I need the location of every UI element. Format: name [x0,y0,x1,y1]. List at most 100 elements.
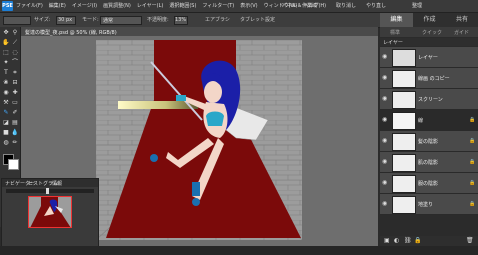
opacity-field[interactable]: 13% [174,16,188,25]
type-tool-icon[interactable]: T [2,69,10,77]
brush-preset-picker[interactable] [3,16,31,25]
panel-workspace-button[interactable]: パネル＆作業域 [282,2,317,9]
eye-icon[interactable]: ◉ [382,53,389,60]
layers-title: レイヤー [383,40,403,46]
tablet-settings[interactable]: タブレット設定 [240,16,275,23]
mode-select[interactable]: 通常 [100,16,142,25]
navigator-panel: ナビゲーター ヒストグラム 情報 [1,178,99,254]
layer-thumbnail [392,91,416,109]
undo-button[interactable]: 取り消し [336,2,356,9]
hand-tool-icon[interactable]: ✋ [2,39,10,47]
app-logo: PSE [2,1,13,11]
lasso-tool-icon[interactable]: ◌ [11,49,19,57]
smart-brush-icon[interactable]: ✐ [11,109,19,117]
layer-row[interactable]: ◉ 地塗り 🔒 [380,194,478,215]
eye-icon[interactable]: ◉ [382,74,389,81]
eye-icon[interactable]: ◉ [382,95,389,102]
brush-tool-icon[interactable]: ✎ [2,109,10,117]
layer-row[interactable]: ◉ レイヤー [380,47,478,68]
mode-value: 通常 [103,18,114,24]
lock-icon: 🔒 [469,201,476,207]
menu-enhance[interactable]: 画質調整(N) [103,2,131,9]
zoom-slider[interactable] [6,188,94,194]
marquee-tool-icon[interactable]: ⬚ [2,49,10,57]
view-rectangle[interactable] [28,196,72,228]
canvas-image[interactable] [96,40,302,240]
menu-filter[interactable]: フィルター(T) [202,2,234,9]
crop-tool-icon[interactable]: ⌗ [11,69,19,77]
size-value: 30 px [58,17,73,23]
paint-bucket-icon[interactable]: ◪ [2,119,10,127]
bottom-bar [0,246,478,255]
new-layer-icon[interactable]: ▣ [384,237,390,244]
tab-create[interactable]: 作成 [413,13,446,27]
navigator-thumbnail[interactable] [28,196,72,228]
blur-tool-icon[interactable]: 💧 [11,129,19,137]
menu-list: ファイル(F) 編集(E) イメージ(I) 画質調整(N) レイヤー(L) 選択… [16,2,326,9]
redo-button[interactable]: やり直し [366,2,386,9]
layer-row[interactable]: ◉ 線画 のコピー [380,68,478,89]
magic-wand-icon[interactable]: ✦ [2,59,10,67]
link-icon[interactable]: ⛓ [404,237,412,244]
layer-name: 髪の陰影 [418,139,439,145]
layer-row[interactable]: ◉ 服の陰影 🔒 [380,173,478,194]
layer-row-selected[interactable]: ◉ 線 🔒 [380,110,478,131]
subtab-full[interactable]: 標準 [390,29,400,36]
menu-image[interactable]: イメージ(I) [72,2,97,9]
pencil-tool-icon[interactable]: ✏ [11,139,19,147]
menu-edit[interactable]: 編集(E) [49,2,66,9]
red-eye-icon[interactable]: ◉ [2,89,10,97]
gradient-tool-icon[interactable]: ▤ [11,119,19,127]
layer-row[interactable]: ◉ 肌の陰影 🔒 [380,152,478,173]
layer-name: 線 [418,118,424,124]
layer-name: レイヤー [418,55,438,61]
move-tool-icon[interactable]: ✥ [2,29,10,37]
layer-thumbnail [392,154,416,172]
zoom-slider-thumb[interactable] [46,188,49,194]
shape-tool-icon[interactable]: ■ [2,129,10,137]
menu-file[interactable]: ファイル(F) [16,2,43,9]
lock-icon: 🔒 [469,117,476,123]
eye-icon[interactable]: ◉ [382,179,389,186]
lock-icon: 🔒 [469,138,476,144]
tab-share[interactable]: 共有 [446,13,478,27]
airbrush-toggle[interactable]: エアブラシ [205,16,230,23]
sponge-tool-icon[interactable]: ◍ [2,139,10,147]
clone-stamp-icon[interactable]: ⚒ [2,99,10,107]
layer-row[interactable]: ◉ スクリーン [380,89,478,110]
subtab-quick[interactable]: クイック [422,29,442,36]
healing-brush-icon[interactable]: ✚ [11,89,19,97]
selection-brush-icon[interactable]: ⌒ [11,59,19,67]
cookie-cutter-icon[interactable]: ❀ [2,79,10,87]
layer-row[interactable]: ◉ 髪の陰影 🔒 [380,131,478,152]
adjustment-layer-icon[interactable]: ◐ [394,237,399,244]
menu-layer[interactable]: レイヤー(L) [137,2,164,9]
eye-icon[interactable]: ◉ [382,137,389,144]
layer-thumbnail [392,175,416,193]
eye-icon[interactable]: ◉ [382,116,389,123]
size-field[interactable]: 30 px [56,16,76,25]
straighten-tool-icon[interactable]: ⊟ [11,79,19,87]
menu-view[interactable]: 表示(V) [240,2,257,9]
eye-icon[interactable]: ◉ [382,200,389,207]
illustration [96,40,302,240]
subtab-guided[interactable]: ガイド [454,29,469,36]
background-color-swatch[interactable] [8,159,19,170]
organize-button[interactable]: 整理 [412,2,422,9]
eye-icon[interactable]: ◉ [382,158,389,165]
menu-select[interactable]: 選択範囲(S) [169,2,196,9]
document-tab[interactable]: 髪達の模型_夜.psd @ 50% (線, RGB/8) [21,27,378,36]
lock-layer-icon[interactable]: 🔒 [414,237,421,244]
tab-edit[interactable]: 編集 [380,13,413,27]
tab-info[interactable]: 情報 [52,180,62,187]
edit-subtabs: 標準 クイック ガイド [380,27,478,37]
zoom-tool-icon[interactable]: ⚲ [11,29,19,37]
layer-name: 肌の陰影 [418,160,439,166]
layer-thumbnail [392,49,416,67]
opacity-value: 13% [175,17,187,23]
document-title: 髪達の模型_夜.psd @ 50% (線, RGB/8) [25,30,117,36]
trash-icon[interactable]: 🗑 [466,237,474,244]
layers-footer: ▣ ◐ ⛓ 🔒 🗑 [380,236,478,246]
eyedropper-icon[interactable]: ⟋ [11,39,19,47]
eraser-icon[interactable]: ▭ [11,99,19,107]
